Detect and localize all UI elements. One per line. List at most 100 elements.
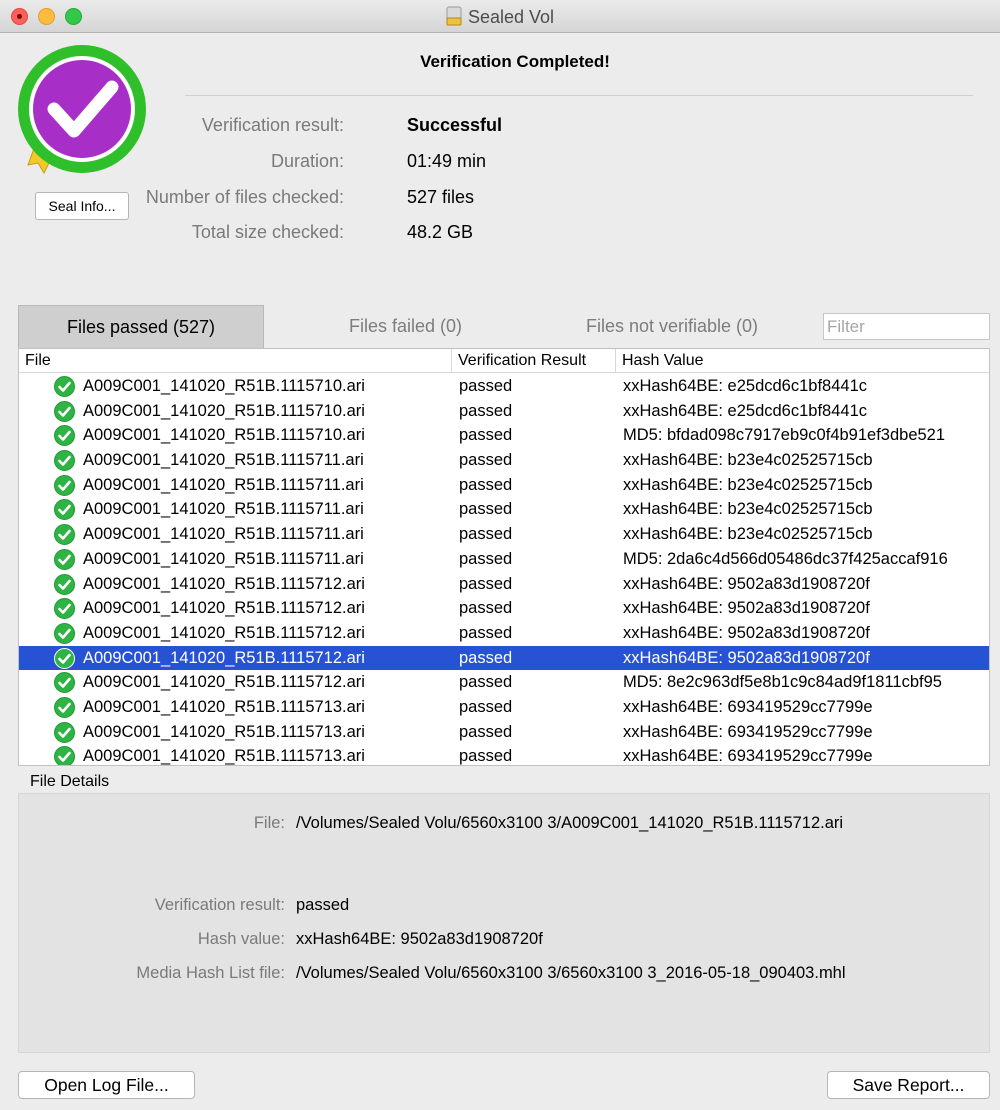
table-row[interactable]: A009C001_141020_R51B.1115712.ari passed xx…: [19, 621, 989, 646]
tab-files-not-verifiable[interactable]: Files not verifiable (0): [563, 305, 781, 348]
table-row[interactable]: A009C001_141020_R51B.1115713.ari passed xx…: [19, 744, 989, 766]
table-row[interactable]: A009C001_141020_R51B.1115712.ari passed xx…: [19, 572, 989, 597]
file-details-title: File Details: [30, 773, 110, 790]
page-title: Verification Completed!: [420, 52, 610, 71]
files-table[interactable]: File Verification Result Hash Value A009…: [18, 348, 990, 766]
passed-check-icon: [54, 376, 75, 397]
title-bar[interactable]: Sealed Vol: [0, 0, 1000, 33]
cell-verification-result: passed: [459, 549, 513, 568]
cell-hash-value: xxHash64BE: b23e4c02525715cb: [623, 500, 873, 519]
cell-verification-result: passed: [459, 401, 513, 420]
passed-check-icon: [54, 573, 75, 595]
cell-verification-result: passed: [459, 574, 513, 593]
result-tabs: Files passed (527) Files failed (0) File…: [18, 305, 990, 348]
cell-hash-value: MD5: 8e2c963df5e8b1c9c84ad9f1811cbf95: [623, 673, 942, 692]
filter-input[interactable]: [823, 313, 990, 340]
open-log-file-button[interactable]: Open Log File...: [18, 1071, 195, 1099]
tab-files-passed[interactable]: Files passed (527): [18, 305, 264, 348]
passed-check-icon: [54, 622, 75, 644]
table-row[interactable]: A009C001_141020_R51B.1115710.ari passed xx…: [19, 399, 989, 424]
cell-verification-result: passed: [459, 648, 513, 667]
cell-verification-result: passed: [459, 500, 513, 519]
table-row[interactable]: A009C001_141020_R51B.1115712.ari passed MD…: [19, 670, 989, 695]
table-row[interactable]: A009C001_141020_R51B.1115713.ari passed xx…: [19, 720, 989, 745]
verification-window: Sealed Vol Seal Info... Verification Com…: [0, 0, 1000, 1110]
table-row[interactable]: A009C001_141020_R51B.1115711.ari passed xx…: [19, 522, 989, 547]
passed-check-icon: [54, 548, 75, 570]
summary-value: 48.2 GB: [407, 222, 474, 242]
passed-check-icon: [54, 524, 75, 546]
table-row[interactable]: A009C001_141020_R51B.1115711.ari passed xx…: [19, 497, 989, 522]
detail-label: Hash value:: [197, 930, 285, 948]
table-row[interactable]: A009C001_141020_R51B.1115711.ari passed MD…: [19, 547, 989, 572]
table-row[interactable]: A009C001_141020_R51B.1115711.ari passed xx…: [19, 473, 989, 498]
cell-verification-result: passed: [459, 451, 513, 470]
cell-file: A009C001_141020_R51B.1115710.ari: [83, 426, 365, 445]
cell-hash-value: xxHash64BE: 9502a83d1908720f: [623, 599, 870, 618]
seal-info-button[interactable]: Seal Info...: [35, 192, 129, 220]
passed-check-icon: [54, 647, 75, 669]
summary-label: Total size checked:: [191, 222, 344, 242]
cell-hash-value: xxHash64BE: 9502a83d1908720f: [623, 574, 870, 593]
cell-verification-result: passed: [459, 722, 513, 741]
cell-file: A009C001_141020_R51B.1115711.ari: [83, 500, 364, 519]
cell-hash-value: xxHash64BE: 693419529cc7799e: [623, 697, 873, 716]
summary-label: Duration:: [270, 151, 344, 171]
passed-check-icon: [54, 450, 75, 472]
cell-verification-result: passed: [459, 673, 513, 692]
column-header-hash-value[interactable]: Hash Value: [615, 349, 704, 373]
cell-hash-value: xxHash64BE: e25dcd6c1bf8441c: [623, 377, 868, 395]
table-row[interactable]: A009C001_141020_R51B.1115712.ari passed xx…: [19, 645, 989, 671]
table-header: File Verification Result Hash Value: [19, 349, 989, 373]
passed-check-icon: [54, 721, 75, 743]
table-row[interactable]: A009C001_141020_R51B.1115711.ari passed xx…: [19, 448, 989, 473]
column-header-verification-result[interactable]: Verification Result: [451, 349, 586, 373]
tab-files-failed[interactable]: Files failed (0): [288, 305, 523, 348]
table-row[interactable]: A009C001_141020_R51B.1115710.ari passed MD…: [19, 423, 989, 448]
cell-file: A009C001_141020_R51B.1115712.ari: [83, 673, 365, 692]
file-details-panel: File: /Volumes/Sealed Volu/6560x3100 3/A…: [18, 793, 990, 1053]
cell-file: A009C001_141020_R51B.1115712.ari: [83, 648, 365, 667]
cell-hash-value: xxHash64BE: 693419529cc7799e: [623, 722, 873, 741]
cell-hash-value: xxHash64BE: 693419529cc7799e: [623, 747, 873, 766]
cell-verification-result: passed: [459, 623, 513, 642]
cell-hash-value: xxHash64BE: b23e4c02525715cb: [623, 451, 873, 470]
seal-checkmark-icon: [18, 45, 146, 175]
passed-check-icon: [54, 499, 75, 521]
summary-files-checked: Number of files checked: 527 files: [146, 187, 950, 213]
cell-verification-result: passed: [459, 747, 513, 766]
cell-file: A009C001_141020_R51B.1115713.ari: [83, 697, 365, 716]
window-title-wrap: Sealed Vol: [0, 6, 1000, 28]
table-row[interactable]: A009C001_141020_R51B.1115710.ari passed xx…: [19, 374, 989, 399]
cell-file: A009C001_141020_R51B.1115713.ari: [83, 722, 365, 741]
passed-check-icon: [54, 474, 75, 496]
detail-label: File:: [253, 814, 285, 832]
column-header-file[interactable]: File: [25, 352, 51, 370]
table-row[interactable]: A009C001_141020_R51B.1115713.ari passed xx…: [19, 695, 989, 720]
cell-file: A009C001_141020_R51B.1115711.ari: [83, 549, 364, 568]
summary-duration: Duration: 01:49 min: [150, 151, 950, 177]
detail-value: /Volumes/Sealed Volu/6560x3100 3/6560x31…: [296, 964, 846, 982]
cell-verification-result: passed: [459, 426, 513, 445]
drive-icon: [446, 6, 462, 26]
summary-value: 527 files: [407, 187, 475, 207]
passed-check-icon: [54, 746, 75, 765]
summary-total-size: Total size checked: 48.2 GB: [150, 222, 950, 248]
cell-file: A009C001_141020_R51B.1115713.ari: [83, 747, 365, 766]
passed-check-icon: [54, 696, 75, 718]
cell-file: A009C001_141020_R51B.1115712.ari: [83, 599, 365, 618]
table-row[interactable]: A009C001_141020_R51B.1115712.ari passed xx…: [19, 596, 989, 621]
passed-check-icon: [54, 425, 75, 447]
table-body: A009C001_141020_R51B.1115710.ari passed xx…: [19, 374, 989, 766]
cell-file: A009C001_141020_R51B.1115711.ari: [83, 475, 364, 494]
passed-check-icon: [54, 598, 75, 620]
save-report-button[interactable]: Save Report...: [827, 1071, 990, 1099]
cell-file: A009C001_141020_R51B.1115711.ari: [83, 451, 364, 470]
cell-file: A009C001_141020_R51B.1115710.ari: [83, 377, 365, 395]
window-title: Sealed Vol: [467, 7, 555, 27]
cell-hash-value: MD5: bfdad098c7917eb9c0f4b91ef3dbe521: [623, 426, 946, 445]
cell-hash-value: MD5: 2da6c4d566d05486dc37f425accaf916: [623, 549, 948, 568]
cell-file: A009C001_141020_R51B.1115710.ari: [83, 401, 365, 420]
detail-label: Media Hash List file:: [136, 964, 285, 982]
cell-file: A009C001_141020_R51B.1115712.ari: [83, 574, 365, 593]
